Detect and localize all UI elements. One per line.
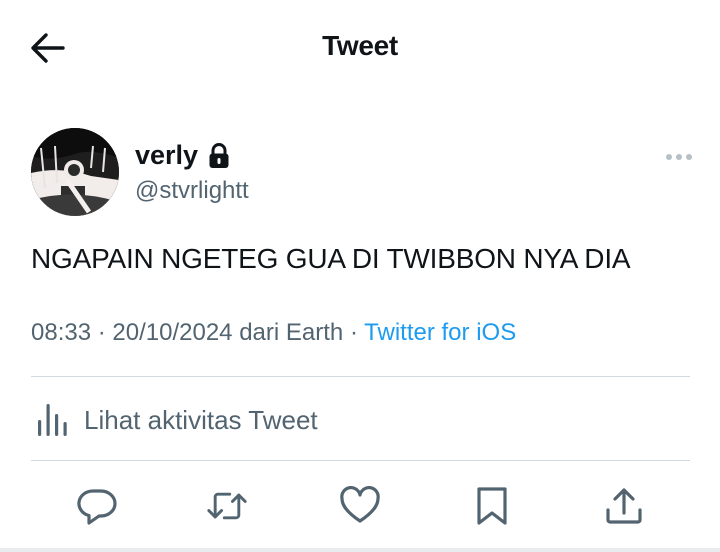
bookmark-button[interactable]	[472, 486, 512, 526]
share-button[interactable]	[604, 486, 644, 526]
bookmark-icon	[477, 487, 507, 525]
meta-separator: ·	[349, 319, 358, 346]
tweet-date: 20/10/2024	[112, 319, 233, 346]
tweet-time: 08:33	[31, 319, 92, 346]
heart-icon	[340, 486, 380, 523]
bar-chart-icon	[38, 404, 67, 436]
meta-separator: ·	[97, 319, 106, 346]
view-activity-label: Lihat aktivitas Tweet	[84, 404, 318, 435]
bottom-divider	[0, 548, 720, 552]
more-options-button[interactable]	[664, 150, 694, 164]
like-button[interactable]	[340, 486, 380, 526]
author-handle[interactable]: @stvrlightt	[135, 177, 249, 205]
more-dots-icon	[666, 154, 692, 160]
retweet-button[interactable]	[207, 486, 247, 526]
avatar-image	[31, 128, 119, 216]
lock-icon	[209, 142, 229, 168]
top-bar: Tweet	[0, 0, 720, 100]
avatar[interactable]	[31, 128, 119, 216]
tweet-meta: 08:33 · 20/10/2024 dari Earth · Twitter …	[31, 319, 516, 347]
tweet-location: dari Earth	[239, 319, 344, 346]
tweet-text: NGAPAIN NGETEG GUA DI TWIBBON NYA DIA	[31, 243, 631, 274]
tweet-source-link[interactable]: Twitter for iOS	[364, 319, 516, 346]
author-name[interactable]: verly	[135, 140, 198, 171]
author-name-row: verly	[135, 140, 230, 171]
retweet-icon	[207, 492, 247, 520]
reply-button[interactable]	[77, 486, 117, 526]
page-title: Tweet	[322, 30, 398, 61]
divider	[31, 376, 690, 377]
divider	[31, 460, 690, 461]
share-icon	[606, 488, 642, 524]
view-activity-button[interactable]: Lihat aktivitas Tweet	[36, 402, 318, 438]
reply-icon	[77, 489, 117, 525]
